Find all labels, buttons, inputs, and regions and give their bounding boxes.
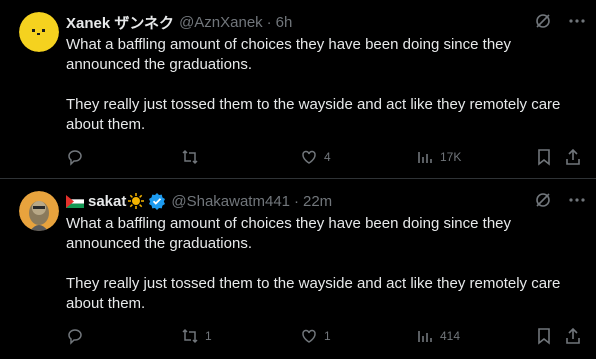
retweet-button[interactable] <box>181 147 205 167</box>
bookmark-icon <box>538 328 550 345</box>
separator-dot: · <box>266 13 272 31</box>
views-button[interactable]: 17K <box>416 147 461 167</box>
more-options-icon[interactable] <box>568 191 586 214</box>
tweet-paragraph: They really just tossed them to the ways… <box>66 275 561 312</box>
retweet-button[interactable]: 1 <box>181 326 212 346</box>
verified-badge-icon[interactable] <box>148 192 166 210</box>
reply-button[interactable] <box>66 326 90 346</box>
display-name[interactable]: sakat <box>88 193 126 210</box>
views-icon <box>418 152 432 163</box>
bookmark-icon <box>538 149 550 166</box>
reply-icon <box>68 150 82 166</box>
more-options-icon[interactable] <box>568 12 586 35</box>
tweet[interactable]: sakat @Shakawatm441 · 22m What a bafflin… <box>0 179 596 359</box>
bookmark-button[interactable] <box>535 147 553 167</box>
share-button[interactable] <box>564 147 582 167</box>
grok-icon[interactable] <box>534 12 552 35</box>
avatar[interactable] <box>19 191 59 231</box>
action-bar: 4 17K <box>66 147 582 167</box>
tweet-paragraph: They really just tossed them to the ways… <box>66 96 561 133</box>
heart-icon <box>302 329 316 343</box>
palestine-flag-icon <box>66 194 84 208</box>
retweet-icon <box>182 149 198 165</box>
retweet-count: 1 <box>205 329 212 343</box>
tweet-text: What a baffling amount of choices they h… <box>66 35 568 155</box>
views-button[interactable]: 414 <box>416 326 460 346</box>
view-count: 414 <box>440 329 461 343</box>
separator-dot: · <box>294 192 299 210</box>
retweet-icon <box>182 328 198 344</box>
tweet[interactable]: Xanek ザンネク @AznXanek · 6h What a bafflin… <box>0 0 596 179</box>
like-button[interactable]: 1 <box>300 326 331 346</box>
avatar[interactable] <box>19 12 59 52</box>
sun-emoji-icon <box>128 193 145 209</box>
share-button[interactable] <box>564 326 582 346</box>
timestamp[interactable]: 22m <box>303 193 332 210</box>
like-count: 1 <box>324 329 331 343</box>
share-icon <box>566 327 580 344</box>
display-name[interactable]: Xanek ザンネク <box>66 12 174 33</box>
tweet-paragraph: What a baffling amount of choices they h… <box>66 215 512 252</box>
views-icon <box>418 331 432 342</box>
grok-icon[interactable] <box>534 191 552 214</box>
tweet-paragraph: What a baffling amount of choices they h… <box>66 36 512 73</box>
reply-icon <box>68 329 82 345</box>
reply-button[interactable] <box>66 147 90 167</box>
timestamp[interactable]: 6h <box>276 14 293 31</box>
view-count: 17K <box>440 150 462 164</box>
bookmark-button[interactable] <box>535 326 553 346</box>
user-handle[interactable]: @AznXanek <box>179 14 263 31</box>
like-count: 4 <box>324 150 331 164</box>
heart-icon <box>302 150 316 164</box>
like-button[interactable]: 4 <box>300 147 331 167</box>
share-icon <box>566 148 580 165</box>
tweet-text: What a baffling amount of choices they h… <box>66 214 568 334</box>
action-bar: 1 1 414 <box>66 326 582 346</box>
user-handle[interactable]: @Shakawatm441 <box>171 193 290 210</box>
